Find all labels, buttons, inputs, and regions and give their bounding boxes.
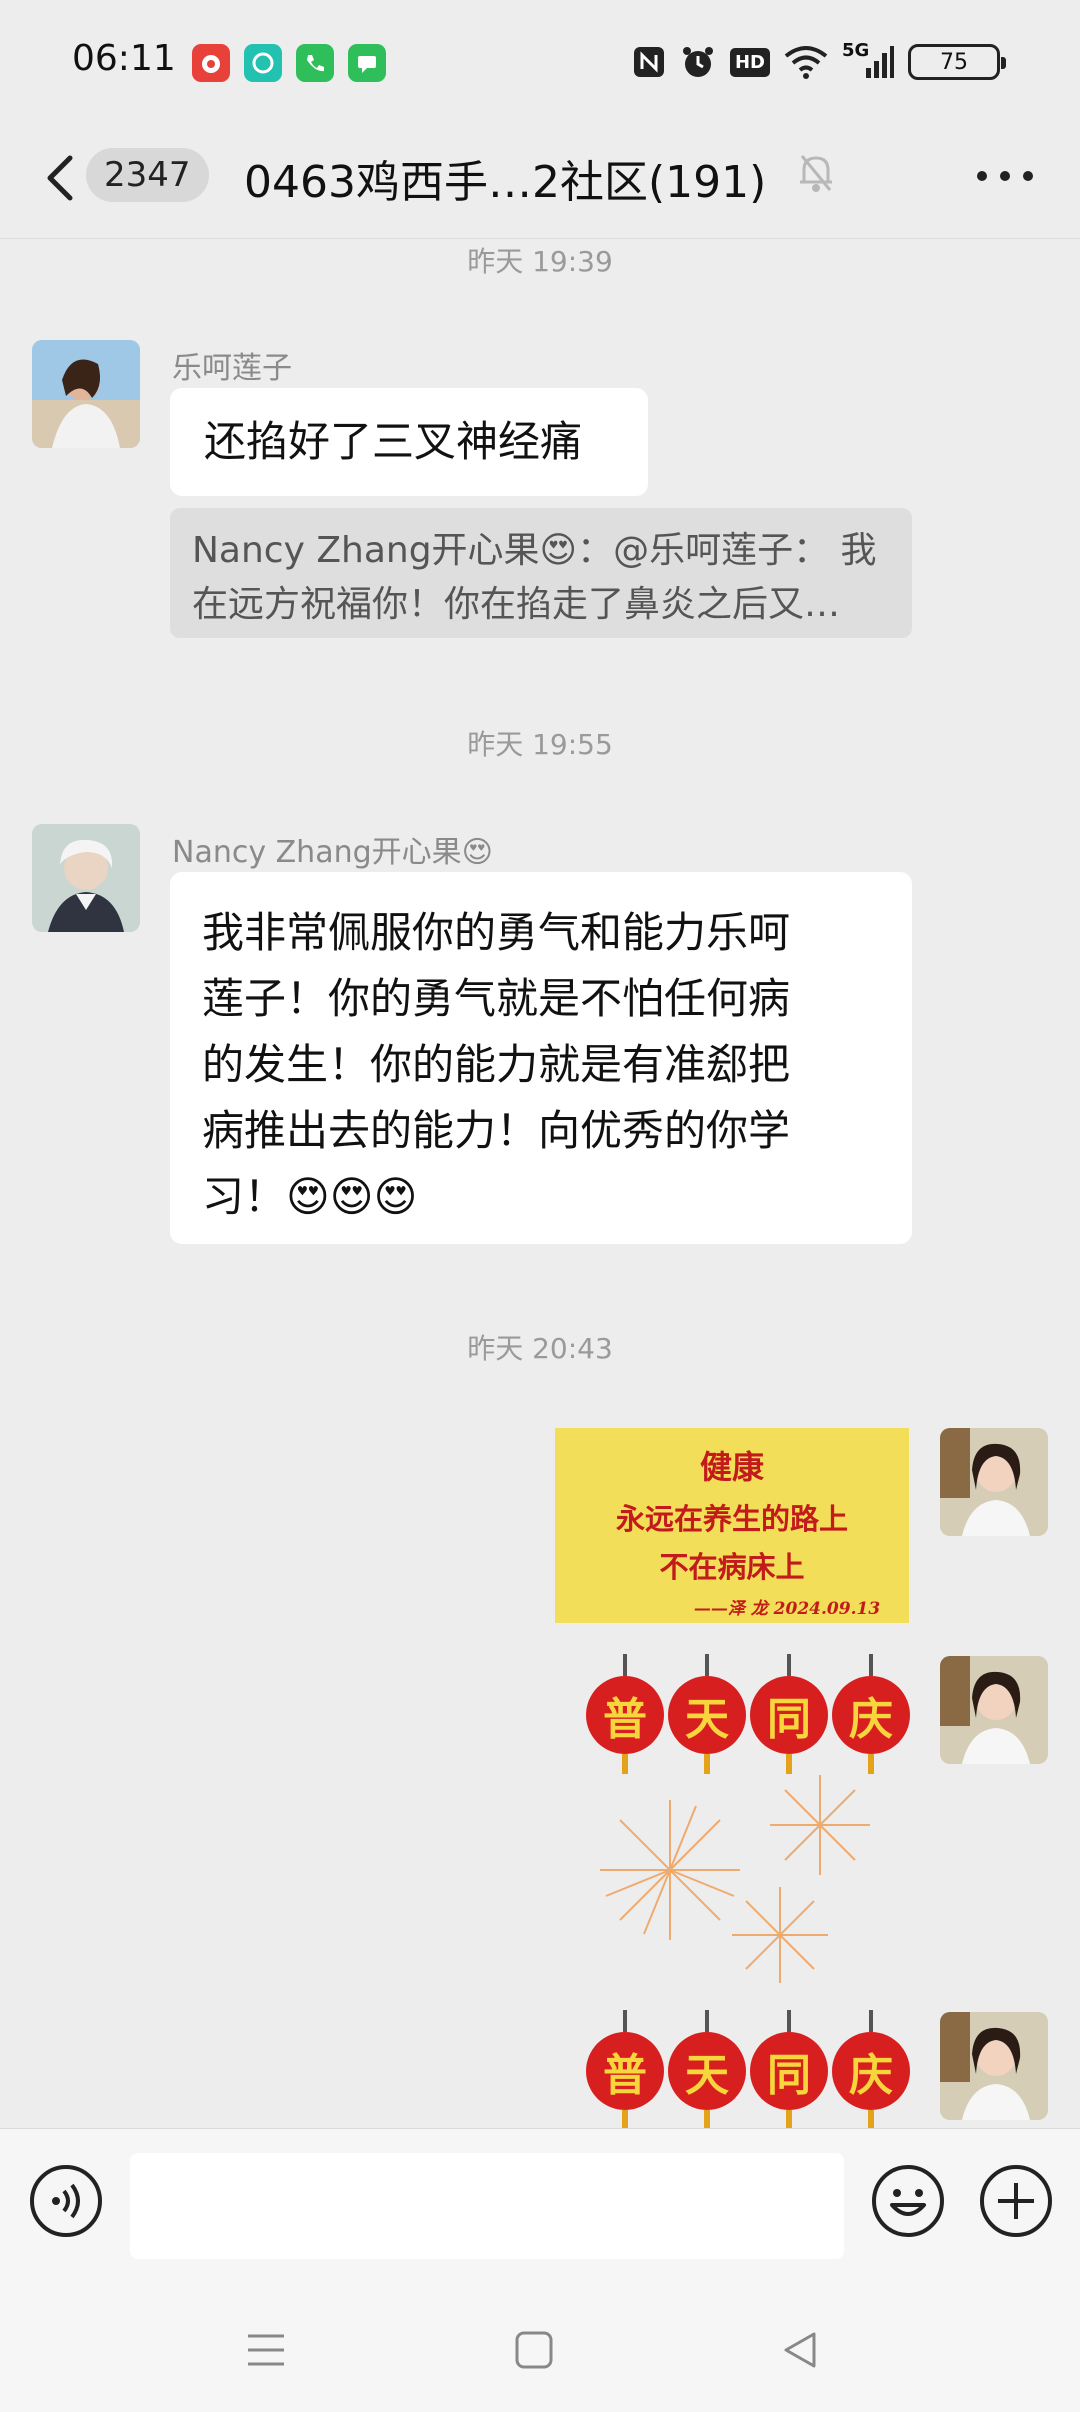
home-square-icon xyxy=(515,2331,553,2369)
sticker-text: 健康 xyxy=(699,1448,764,1486)
chat-title[interactable]: 0463鸡西手…2社区(191) xyxy=(244,146,766,210)
quoted-message[interactable]: Nancy Zhang开心果😍：@乐呵莲子： 我 在远方祝福你！你在掐走了鼻炎之… xyxy=(170,508,912,638)
back-nav-button[interactable] xyxy=(770,2320,830,2380)
avatar[interactable] xyxy=(32,824,140,932)
menu-nav-button[interactable] xyxy=(236,2320,296,2380)
timestamp: 昨天 19:39 xyxy=(467,245,613,278)
message-line: 我非常佩服你的勇气和能力乐呵 xyxy=(202,908,791,957)
hd-label: HD xyxy=(729,47,770,77)
sticker-text: 不在病床上 xyxy=(659,1550,805,1584)
emoji-icon xyxy=(872,2165,944,2237)
messages-app-icon xyxy=(348,44,386,82)
emoji-button[interactable] xyxy=(870,2163,946,2239)
lantern-sticker[interactable]: 普 天 同 庆 xyxy=(586,2010,910,2130)
status-indicators: HD 5G 75 xyxy=(632,40,1006,82)
message-bubble[interactable]: 还掐好了三叉神经痛 xyxy=(170,388,648,496)
alarm-icon xyxy=(680,42,716,82)
system-nav-bar xyxy=(0,2282,1080,2412)
avatar[interactable] xyxy=(32,340,140,448)
sender-name: 乐呵莲子 xyxy=(172,351,292,386)
hd-icon: HD xyxy=(729,42,770,82)
message-text: 还掐好了三叉神经痛 xyxy=(204,417,583,466)
lantern: 庆 xyxy=(832,1654,910,1774)
avatar[interactable] xyxy=(940,1428,1048,1536)
status-bar: 06:11 HD 5G 75 xyxy=(0,0,1080,120)
sender-name: Nancy Zhang开心果😍 xyxy=(172,835,493,870)
lantern: 天 xyxy=(668,2010,746,2130)
plus-circle-icon xyxy=(980,2165,1052,2237)
lantern: 同 xyxy=(750,2010,828,2130)
voice-icon xyxy=(30,2165,102,2237)
input-bar xyxy=(0,2128,1080,2283)
wifi-icon xyxy=(784,42,828,82)
home-nav-button[interactable] xyxy=(504,2320,564,2380)
lantern: 普 xyxy=(586,2010,664,2130)
avatar[interactable] xyxy=(940,2012,1048,2120)
sticker-text: ——泽 龙 2024.09.13 xyxy=(693,1599,881,1619)
cellular-signal-icon: 5G xyxy=(842,40,894,82)
message-line: 习！😍😍😍 xyxy=(202,1172,418,1221)
message-line: 莲子！你的勇气就是不怕任何病 xyxy=(202,974,791,1023)
unread-count-badge[interactable]: 2347 xyxy=(86,148,209,202)
lantern-sticker[interactable]: 普 天 同 庆 xyxy=(586,1654,910,1774)
message-line: 的发生！你的能力就是有准郄把 xyxy=(202,1040,791,1089)
food-delivery-app-icon xyxy=(192,44,230,82)
message-line: 病推出去的能力！向优秀的你学 xyxy=(202,1106,791,1155)
nfc-icon xyxy=(632,42,666,82)
lantern: 同 xyxy=(750,1654,828,1774)
quote-line: 在远方祝福你！你在掐走了鼻炎之后又… xyxy=(192,584,841,625)
bell-off-icon xyxy=(796,150,836,198)
chat-app-icon xyxy=(244,44,282,82)
lantern: 天 xyxy=(668,1654,746,1774)
more-dots-icon xyxy=(977,171,1033,181)
timestamp: 昨天 20:43 xyxy=(467,1332,613,1365)
avatar[interactable] xyxy=(940,1656,1048,1764)
chevron-left-icon xyxy=(47,155,73,201)
lantern: 普 xyxy=(586,1654,664,1774)
more-options-button[interactable] xyxy=(970,156,1040,196)
fireworks-graphic xyxy=(580,1770,910,1990)
lantern: 庆 xyxy=(832,2010,910,2130)
status-time: 06:11 xyxy=(72,38,176,79)
battery-level: 75 xyxy=(940,49,968,75)
back-button[interactable] xyxy=(36,146,86,206)
quote-line: Nancy Zhang开心果😍：@乐呵莲子： 我 xyxy=(192,530,877,571)
timestamp: 昨天 19:55 xyxy=(467,728,613,761)
chat-header: 2347 0463鸡西手…2社区(191) xyxy=(0,120,1080,239)
sticker-text: 永远在养生的路上 xyxy=(615,1502,848,1536)
menu-icon xyxy=(248,2334,284,2366)
notification-icons xyxy=(192,44,386,82)
battery-indicator: 75 xyxy=(908,44,1006,80)
message-bubble[interactable]: 我非常佩服你的勇气和能力乐呵 莲子！你的勇气就是不怕任何病 的发生！你的能力就是… xyxy=(170,872,912,1244)
back-triangle-icon xyxy=(784,2332,816,2368)
voice-button[interactable] xyxy=(28,2163,104,2239)
message-input[interactable] xyxy=(130,2153,844,2259)
add-button[interactable] xyxy=(978,2163,1054,2239)
image-sticker[interactable]: 健康 永远在养生的路上 不在病床上 ——泽 龙 2024.09.13 xyxy=(555,1428,909,1623)
phone-app-icon xyxy=(296,44,334,82)
